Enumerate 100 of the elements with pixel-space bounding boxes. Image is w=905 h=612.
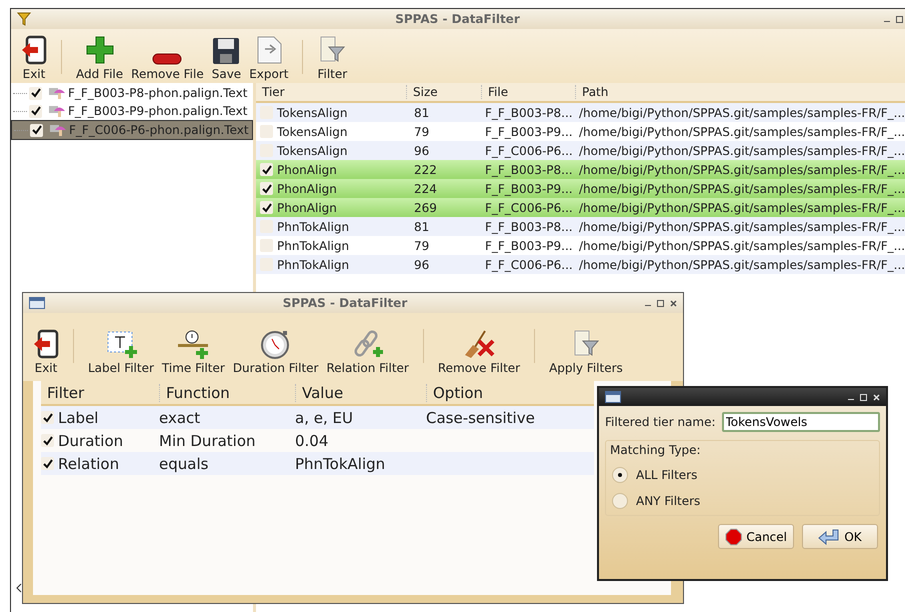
table-cell-text: 269 <box>413 200 438 214</box>
toolbar-button[interactable]: Time Filter <box>160 329 227 375</box>
file-tree-item[interactable]: F_F_B003-P8-phon.palign.Text <box>11 84 253 102</box>
column-header[interactable]: Tier <box>256 85 406 99</box>
table-cell-text: F_F_B003-P9... <box>484 238 574 252</box>
toolbar-button[interactable]: Exit <box>19 35 49 81</box>
table-cell-text: /home/bigi/Python/SPPAS.git/samples/samples-FR/F_... <box>578 258 905 272</box>
table-cell: Relation <box>41 454 159 472</box>
table-cell: PhonAlign <box>256 182 406 196</box>
checkbox[interactable] <box>260 239 273 252</box>
checkbox[interactable] <box>260 201 273 214</box>
checkbox[interactable] <box>260 182 273 195</box>
checkbox[interactable] <box>260 125 273 138</box>
column-header[interactable]: Option <box>426 384 594 402</box>
table-row[interactable]: PhonAlign 224 F_F_B003-P9... /home/bigi/Python/SPPAS.git/samples/samples-FR/F_... <box>256 179 905 198</box>
table-cell-text: /home/bigi/Python/SPPAS.git/samples/samples-FR/F_... <box>578 162 905 176</box>
table-row[interactable]: PhonAlign 269 F_F_C006-P6... /home/bigi/Python/SPPAS.git/samples/samples-FR/F_... <box>256 198 905 217</box>
dialog-button[interactable]: OK <box>802 524 878 549</box>
table-cell-text: /home/bigi/Python/SPPAS.git/samples/samples-FR/F_... <box>578 144 905 158</box>
funnel-document-icon <box>572 329 599 359</box>
stop-sign-icon <box>725 528 742 546</box>
chain-link-icon <box>352 329 384 359</box>
toolbar-button[interactable]: Remove Filter <box>436 329 522 375</box>
column-header[interactable]: Path <box>575 85 905 99</box>
radio-button[interactable] <box>612 467 628 483</box>
table-cell: Label <box>41 408 159 426</box>
checkbox[interactable] <box>260 163 273 176</box>
table-row[interactable]: PhnTokAlign 81 F_F_B003-P8... /home/bigi/Python/SPPAS.git/samples/samples-FR/F_... <box>256 217 905 236</box>
toolbar-button[interactable]: Filter <box>315 35 350 81</box>
minus-icon <box>152 53 182 65</box>
exit-icon <box>33 329 59 359</box>
toolbar-button[interactable]: Relation Filter <box>324 329 411 375</box>
funnel-icon <box>17 12 31 26</box>
funnel-document-icon <box>319 35 346 65</box>
table-row[interactable]: Duration Min Duration 0.04 <box>41 429 594 452</box>
table-cell: PhnTokAlign <box>256 220 406 234</box>
column-header[interactable]: File <box>481 85 575 99</box>
table-cell-text: /home/bigi/Python/SPPAS.git/samples/samples-FR/F_... <box>578 238 905 252</box>
window-controls-icon[interactable] <box>848 394 880 400</box>
window-title: SPPAS - DataFilter <box>282 296 408 310</box>
checkbox[interactable] <box>29 86 42 100</box>
table-cell-text: F_F_C006-P6... <box>484 144 574 158</box>
toolbar-button[interactable]: Duration Filter <box>230 329 320 375</box>
column-header[interactable]: Function <box>159 384 295 402</box>
file-mushroom-icon <box>48 104 66 118</box>
table-cell-text: F_F_B003-P8... <box>484 106 574 120</box>
table-row[interactable]: PhnTokAlign 96 F_F_C006-P6... /home/bigi/Python/SPPAS.git/samples/samples-FR/F_... <box>256 255 905 274</box>
file-tree-item[interactable]: F_F_C006-P6-phon.palign.Text <box>11 120 253 140</box>
table-cell-text: 0.04 <box>295 432 330 450</box>
table-row[interactable]: PhonAlign 222 F_F_B003-P8... /home/bigi/Python/SPPAS.git/samples/samples-FR/F_... <box>256 160 905 179</box>
table-row[interactable]: Label exact a, e, EU Case-sensitive <box>41 406 594 429</box>
stopwatch-icon <box>260 329 292 359</box>
radio-option[interactable]: ALL Filters <box>612 467 698 483</box>
table-row[interactable]: Relation equals PhnTokAlign <box>41 452 594 475</box>
table-cell-text: /home/bigi/Python/SPPAS.git/samples/samples-FR/F_... <box>578 182 905 196</box>
timer-line-icon <box>176 329 210 359</box>
column-header[interactable]: Filter <box>41 384 159 402</box>
toolbar-button[interactable]: Remove File <box>129 35 206 81</box>
file-tree-item[interactable]: F_F_B003-P9-phon.palign.Text <box>11 102 253 120</box>
checkbox[interactable] <box>41 457 54 470</box>
table-cell: TokensAlign <box>256 124 406 138</box>
toolbar-button[interactable]: Exit <box>31 329 61 375</box>
radio-option[interactable]: ANY Filters <box>612 493 700 509</box>
table-row[interactable]: TokensAlign 81 F_F_B003-P8... /home/bigi/Python/SPPAS.git/samples/samples-FR/F_... <box>256 103 905 122</box>
table-cell-text: F_F_C006-P6... <box>484 258 574 272</box>
broom-cross-icon <box>462 329 495 359</box>
table-cell-text: 222 <box>413 162 438 176</box>
table-cell-text: /home/bigi/Python/SPPAS.git/samples/samples-FR/F_... <box>578 200 905 214</box>
table-cell: PhnTokAlign <box>256 258 406 272</box>
radio-button[interactable] <box>612 493 628 509</box>
dialog-button[interactable]: Cancel <box>718 524 794 549</box>
toolbar-button[interactable]: Export <box>247 35 290 81</box>
table-cell: TokensAlign <box>256 144 406 158</box>
table-cell: Duration <box>41 432 159 450</box>
tier-name-field[interactable]: TokensVowels <box>722 412 880 432</box>
column-header[interactable]: Size <box>406 85 481 99</box>
table-row[interactable]: TokensAlign 96 F_F_C006-P6... /home/bigi/Python/SPPAS.git/samples/samples-FR/F_... <box>256 141 905 160</box>
table-cell-text: 96 <box>413 258 430 272</box>
toolbar-button[interactable]: Save <box>210 35 244 81</box>
scroll-left-icon[interactable] <box>15 583 23 593</box>
window-icon <box>29 297 45 309</box>
checkbox[interactable] <box>41 411 54 424</box>
window-controls-icon[interactable] <box>884 16 903 22</box>
checkbox[interactable] <box>30 124 43 136</box>
column-header[interactable]: Value <box>295 384 426 402</box>
table-cell-text: Case-sensitive <box>426 408 536 426</box>
toolbar-button[interactable]: Apply Filters <box>547 329 625 375</box>
plus-icon <box>84 35 115 65</box>
checkbox[interactable] <box>41 434 54 447</box>
table-row[interactable]: PhnTokAlign 79 F_F_B003-P9... /home/bigi/Python/SPPAS.git/samples/samples-FR/F_... <box>256 236 905 255</box>
table-cell-text: 79 <box>413 124 430 138</box>
table-cell-text: Min Duration <box>159 432 257 450</box>
table-cell-text: equals <box>159 454 210 472</box>
window-controls-icon[interactable] <box>645 300 677 306</box>
checkbox[interactable] <box>29 104 42 118</box>
toolbar-button[interactable]: Label Filter <box>86 329 156 375</box>
table-cell-text: 81 <box>413 220 430 234</box>
toolbar-button[interactable]: Add File <box>74 35 126 81</box>
table-row[interactable]: TokensAlign 79 F_F_B003-P9... /home/bigi/Python/SPPAS.git/samples/samples-FR/F_... <box>256 122 905 141</box>
table-cell-text: a, e, EU <box>295 408 354 426</box>
